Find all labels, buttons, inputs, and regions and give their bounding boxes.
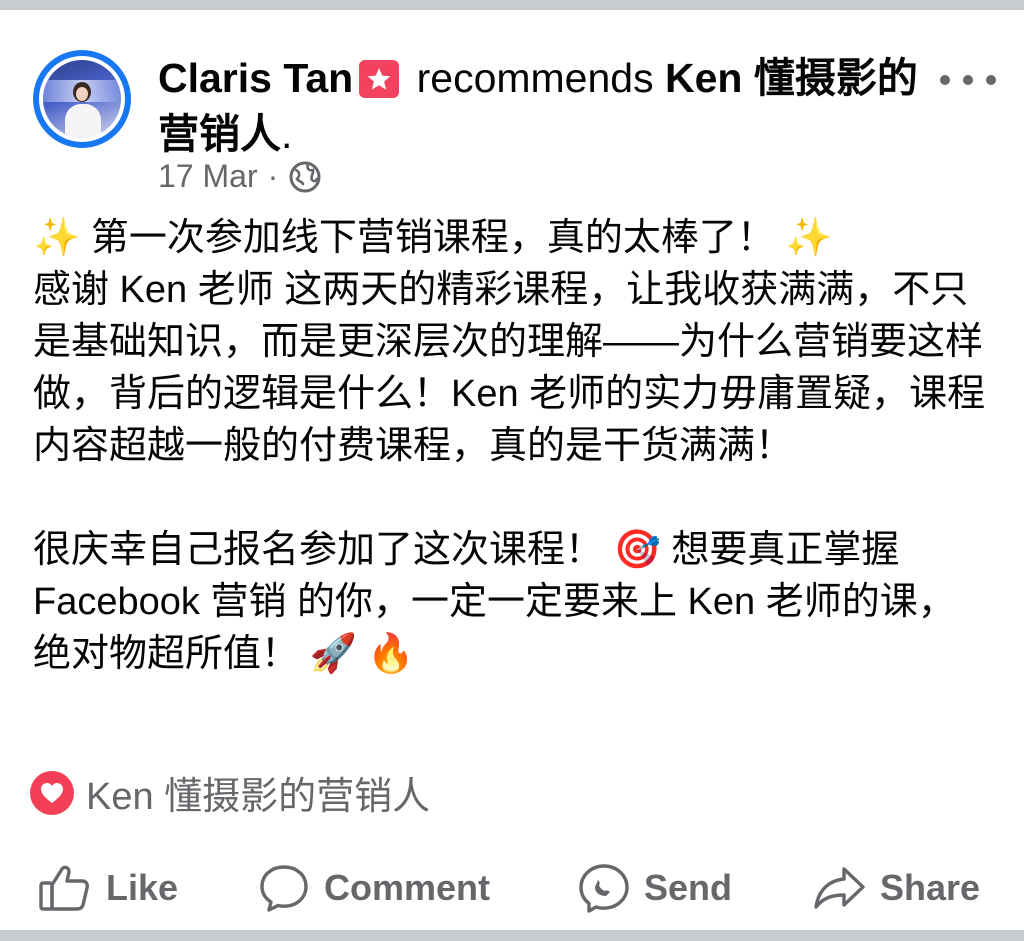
author-name[interactable]: Claris Tan	[158, 55, 353, 101]
more-dot	[963, 75, 973, 85]
recommends-text: recommends	[416, 55, 654, 101]
share-label: Share	[880, 867, 981, 908]
comment-icon	[258, 863, 310, 913]
post-card: Claris Tan recommends Ken 懂摄影的营销人. 17 Ma…	[0, 10, 1024, 930]
post-date[interactable]: 17 Mar	[158, 158, 258, 195]
messenger-icon	[578, 863, 630, 913]
post-paragraph-2: 感谢 Ken 老师 这两天的精彩课程，让我收获满满，不只是基础知识，而是更深层次…	[33, 269, 986, 467]
heart-icon	[30, 770, 74, 815]
post-meta: 17 Mar ·	[158, 158, 322, 195]
comment-button[interactable]: Comment	[258, 863, 490, 913]
send-label: Send	[644, 867, 733, 908]
reaction-summary[interactable]: Ken 懂摄影的营销人	[30, 765, 430, 820]
header-period: .	[281, 111, 293, 157]
post-paragraph-1: ✨ 第一次参加线下营销课程，真的太棒了！ ✨	[33, 217, 833, 259]
avatar-border	[39, 56, 125, 142]
post-body: ✨ 第一次参加线下营销课程，真的太棒了！ ✨ 感谢 Ken 老师 这两天的精彩课…	[33, 212, 993, 680]
more-dot	[986, 75, 996, 85]
more-dot	[940, 75, 950, 85]
avatar-photo	[43, 60, 121, 138]
recommend-star-icon	[359, 60, 400, 98]
meta-separator: ·	[267, 158, 279, 194]
share-icon	[812, 863, 866, 913]
like-label: Like	[106, 867, 179, 908]
send-button[interactable]: Send	[578, 863, 732, 913]
post-header: Claris Tan recommends Ken 懂摄影的营销人.	[158, 50, 918, 162]
share-button[interactable]: Share	[812, 863, 980, 913]
avatar-person-body	[65, 104, 101, 138]
more-options-icon[interactable]	[940, 62, 996, 98]
post-actions: Like Comment Send Share	[0, 848, 1024, 928]
globe-icon[interactable]	[288, 160, 322, 194]
avatar[interactable]	[33, 50, 131, 148]
post-paragraph-3: 很庆幸自己报名参加了这次课程！ 🎯 想要真正掌握 Facebook 营销 的你，…	[33, 529, 956, 675]
like-button[interactable]: Like	[38, 863, 178, 913]
reacted-by-text: Ken 懂摄影的营销人	[86, 776, 431, 818]
avatar-person-face	[76, 87, 88, 101]
like-icon	[38, 863, 92, 913]
comment-label: Comment	[324, 867, 491, 908]
